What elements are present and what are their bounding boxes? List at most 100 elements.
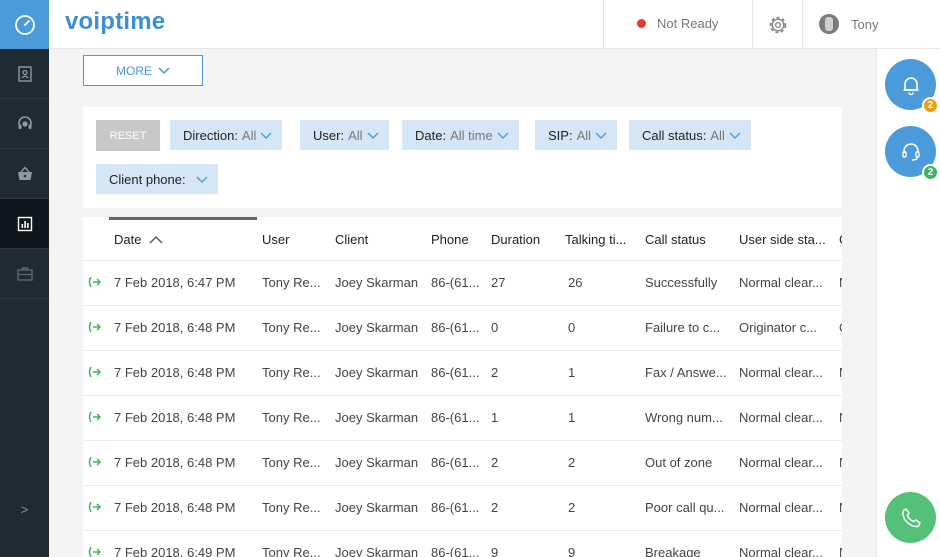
- sidebar-expand-toggle[interactable]: >: [0, 502, 49, 517]
- client-cell: Joey Skarman: [335, 500, 419, 515]
- direction-filter[interactable]: Direction: All: [170, 120, 283, 150]
- more-button-label: MORE: [116, 63, 152, 78]
- talking-time-cell: 9: [568, 545, 576, 557]
- divider: [802, 0, 803, 49]
- chart-icon: [17, 216, 32, 231]
- user-filter[interactable]: User: All: [300, 120, 389, 150]
- client-cell: Joey Skarman: [335, 545, 419, 557]
- talking-time-cell: 1: [568, 410, 576, 425]
- column-header-user[interactable]: User: [262, 232, 289, 247]
- table-row[interactable]: 7 Feb 2018, 6:47 PM Tony Re... Joey Skarma…: [83, 260, 842, 305]
- reset-button[interactable]: RESET: [96, 120, 160, 151]
- filter-label: User:: [313, 127, 345, 143]
- avatar: [819, 14, 839, 34]
- contacts-icon: [17, 65, 32, 82]
- sidebar-item-campaigns[interactable]: [0, 249, 49, 299]
- user-cell: Tony Re...: [262, 545, 321, 557]
- client-side-status-cell: N: [839, 545, 842, 557]
- date-cell: 7 Feb 2018, 6:48 PM: [114, 455, 236, 470]
- column-header-talking-time[interactable]: Talking ti...: [565, 232, 626, 247]
- call-status-filter[interactable]: Call status: All: [629, 120, 751, 150]
- column-header-date[interactable]: Date: [114, 232, 163, 247]
- talking-time-cell: 0: [568, 320, 576, 335]
- filter-value: All: [241, 127, 257, 143]
- table-row[interactable]: 7 Feb 2018, 6:48 PM Tony Re... Joey Skarma…: [83, 305, 842, 350]
- call-status-cell: Failure to c...: [645, 320, 721, 335]
- outgoing-call-icon: [88, 546, 102, 557]
- agent-status-dropdown[interactable]: Not Ready: [637, 16, 718, 31]
- chevron-down-icon: [367, 128, 379, 143]
- filter-label: Direction:: [183, 127, 238, 143]
- outgoing-call-icon: [88, 411, 102, 423]
- talking-time-cell: 2: [568, 500, 576, 515]
- user-cell: Tony Re...: [262, 500, 321, 515]
- sidebar-item-shop[interactable]: [0, 149, 49, 199]
- chevron-down-icon: [196, 172, 208, 187]
- client-side-status-cell: N: [839, 455, 842, 470]
- user-name: Tony: [851, 16, 879, 32]
- user-cell: Tony Re...: [262, 410, 321, 425]
- duration-cell: 27: [491, 275, 506, 290]
- client-phone-filter[interactable]: Client phone:: [96, 164, 218, 194]
- divider: [603, 0, 604, 49]
- agent-status-label: Not Ready: [657, 16, 719, 31]
- column-header-duration[interactable]: Duration: [491, 232, 540, 247]
- chevron-up-icon: [149, 236, 163, 244]
- user-cell: Tony Re...: [262, 455, 321, 470]
- client-side-status-cell: O: [839, 320, 842, 335]
- client-cell: Joey Skarman: [335, 365, 419, 380]
- chevron-down-icon: [158, 64, 170, 78]
- gear-icon[interactable]: [765, 12, 791, 38]
- date-filter[interactable]: Date: All time: [402, 120, 519, 150]
- briefcase-icon: [16, 266, 33, 281]
- phone-cell: 86-(61...: [431, 320, 480, 335]
- user-side-status-cell: Normal clear...: [739, 365, 823, 380]
- talking-time-cell: 2: [568, 455, 576, 470]
- client-side-status-cell: N: [839, 410, 842, 425]
- user-menu[interactable]: Tony: [819, 14, 878, 34]
- table-row[interactable]: 7 Feb 2018, 6:48 PM Tony Re... Joey Skarma…: [83, 440, 842, 485]
- table-row[interactable]: 7 Feb 2018, 6:49 PM Tony Re... Joey Skarma…: [83, 530, 842, 557]
- column-header-client[interactable]: Client: [335, 232, 368, 247]
- user-cell: Tony Re...: [262, 275, 321, 290]
- filter-label: Client phone:: [109, 171, 186, 187]
- client-cell: Joey Skarman: [335, 275, 419, 290]
- sidebar-item-reports[interactable]: [0, 199, 49, 249]
- outgoing-call-icon: [88, 456, 102, 468]
- sidebar-item-agents[interactable]: [0, 99, 49, 149]
- speedometer-icon: [14, 14, 35, 35]
- filter-panel: RESET Direction: All User: All Date: All…: [83, 107, 842, 208]
- phone-cell: 86-(61...: [431, 410, 480, 425]
- right-rail: 2 2: [876, 49, 940, 557]
- dashboard-button[interactable]: [0, 0, 49, 49]
- calls-table: Date User Client Phone Duration Talking …: [83, 217, 842, 557]
- notifications-button[interactable]: 2: [885, 59, 939, 114]
- duration-cell: 2: [491, 500, 499, 515]
- call-status-cell: Fax / Answe...: [645, 365, 727, 380]
- filter-label: Date:: [415, 127, 447, 143]
- phone-icon: [901, 507, 921, 527]
- column-header-phone[interactable]: Phone: [431, 232, 469, 247]
- chevron-down-icon: [260, 128, 272, 143]
- date-cell: 7 Feb 2018, 6:48 PM: [114, 365, 236, 380]
- column-label: Date: [114, 232, 142, 247]
- table-row[interactable]: 7 Feb 2018, 6:48 PM Tony Re... Joey Skarma…: [83, 485, 842, 530]
- column-header-user-side-status[interactable]: User side sta...: [739, 232, 826, 247]
- table-row[interactable]: 7 Feb 2018, 6:48 PM Tony Re... Joey Skarma…: [83, 350, 842, 395]
- phone-call-button[interactable]: [885, 492, 936, 543]
- more-button[interactable]: MORE: [83, 55, 203, 86]
- duration-cell: 0: [491, 320, 499, 335]
- support-button[interactable]: 2: [885, 126, 939, 181]
- call-status-cell: Out of zone: [645, 455, 713, 470]
- client-side-status-cell: N: [839, 500, 842, 515]
- outgoing-call-icon: [88, 366, 102, 378]
- filter-value: All: [576, 127, 592, 143]
- date-cell: 7 Feb 2018, 6:48 PM: [114, 320, 236, 335]
- call-status-cell: Successfully: [645, 275, 718, 290]
- column-header-call-status[interactable]: Call status: [645, 232, 706, 247]
- sip-filter[interactable]: SIP: All: [535, 120, 618, 150]
- table-row[interactable]: 7 Feb 2018, 6:48 PM Tony Re... Joey Skarma…: [83, 395, 842, 440]
- headset-icon: [901, 142, 920, 161]
- column-header-client-side-status[interactable]: C: [839, 232, 842, 247]
- sidebar-item-contacts[interactable]: [0, 49, 49, 99]
